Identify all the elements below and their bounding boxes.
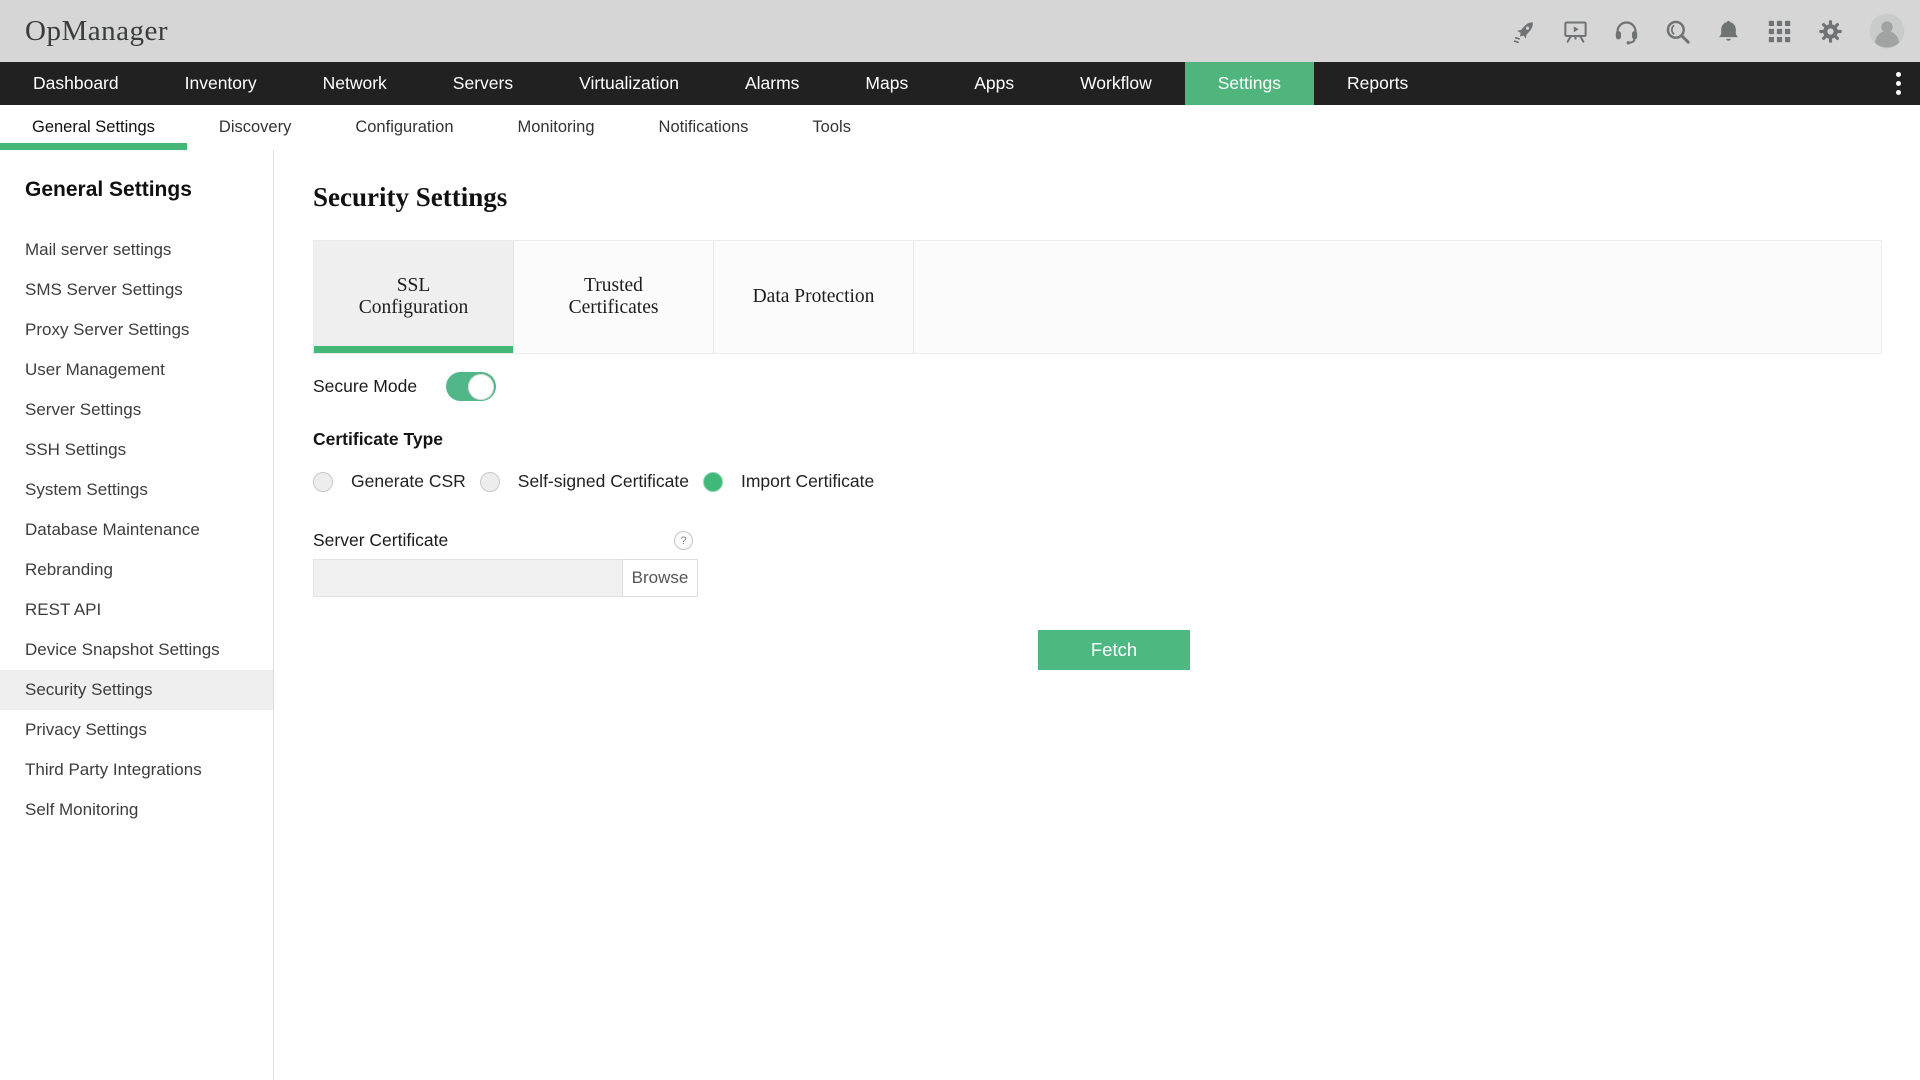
server-certificate-label: Server Certificate	[313, 530, 448, 551]
rocket-icon[interactable]	[1511, 18, 1538, 45]
tabstrip-filler	[914, 241, 1881, 353]
user-avatar-icon[interactable]	[1868, 12, 1906, 50]
sidebar-item-ssh-settings[interactable]: SSH Settings	[0, 430, 273, 470]
tab-trusted-certificates[interactable]: Trusted Certificates	[514, 241, 714, 353]
sidebar-item-device-snapshot-settings[interactable]: Device Snapshot Settings	[0, 630, 273, 670]
subnav-item-discovery[interactable]: Discovery	[187, 105, 323, 150]
nav-item-apps[interactable]: Apps	[941, 62, 1047, 105]
headset-icon[interactable]	[1613, 18, 1640, 45]
secure-mode-row: Secure Mode	[313, 372, 1882, 401]
browse-button[interactable]: Browse	[622, 559, 698, 597]
server-certificate-input[interactable]	[313, 559, 623, 597]
nav-item-network[interactable]: Network	[290, 62, 420, 105]
server-certificate-file-row: Browse	[313, 559, 1882, 597]
overflow-menu-icon[interactable]	[1876, 62, 1920, 105]
sidebar-item-system-settings[interactable]: System Settings	[0, 470, 273, 510]
radio-self-signed-certificate[interactable]: Self-signed Certificate	[480, 471, 689, 492]
header-icon-bar	[1511, 12, 1906, 50]
page-title: Security Settings	[313, 182, 1882, 213]
nav-item-alarms[interactable]: Alarms	[712, 62, 832, 105]
search-icon[interactable]	[1664, 18, 1691, 45]
sidebar-item-self-monitoring[interactable]: Self Monitoring	[0, 790, 273, 830]
bell-icon[interactable]	[1715, 18, 1742, 45]
nav-item-reports[interactable]: Reports	[1314, 62, 1441, 105]
fetch-row: Fetch	[313, 630, 1882, 670]
nav-item-inventory[interactable]: Inventory	[152, 62, 290, 105]
toggle-knob	[468, 374, 494, 400]
tab-data-protection[interactable]: Data Protection	[714, 241, 914, 353]
sidebar-item-mail-server-settings[interactable]: Mail server settings	[0, 230, 273, 270]
sidebar-item-user-management[interactable]: User Management	[0, 350, 273, 390]
nav-item-maps[interactable]: Maps	[832, 62, 941, 105]
secure-mode-label: Secure Mode	[313, 376, 417, 397]
fetch-button[interactable]: Fetch	[1038, 630, 1190, 670]
nav-item-workflow[interactable]: Workflow	[1047, 62, 1185, 105]
radio-circle-selected-icon	[703, 472, 723, 492]
subnav-item-configuration[interactable]: Configuration	[323, 105, 485, 150]
sidebar-item-rest-api[interactable]: REST API	[0, 590, 273, 630]
sidebar-item-rebranding[interactable]: Rebranding	[0, 550, 273, 590]
nav-item-virtualization[interactable]: Virtualization	[546, 62, 712, 105]
radio-import-certificate[interactable]: Import Certificate	[703, 471, 874, 492]
nav-item-servers[interactable]: Servers	[420, 62, 546, 105]
general-settings-sidebar: General Settings Mail server settings SM…	[0, 150, 274, 1080]
subnav-item-monitoring[interactable]: Monitoring	[486, 105, 627, 150]
help-icon[interactable]: ?	[674, 531, 693, 550]
apps-grid-icon[interactable]	[1766, 18, 1793, 45]
security-settings-panel: Security Settings SSL Configuration Trus…	[274, 150, 1920, 1080]
sidebar-item-server-settings[interactable]: Server Settings	[0, 390, 273, 430]
app-header: OpManager	[0, 0, 1920, 62]
sidebar-item-proxy-server-settings[interactable]: Proxy Server Settings	[0, 310, 273, 350]
settings-sub-nav: General Settings Discovery Configuration…	[0, 105, 1920, 150]
subnav-item-general-settings[interactable]: General Settings	[0, 105, 187, 150]
secure-mode-toggle[interactable]	[446, 372, 496, 401]
tab-ssl-configuration[interactable]: SSL Configuration	[314, 241, 514, 353]
gear-icon[interactable]	[1817, 18, 1844, 45]
radio-circle-icon	[480, 472, 500, 492]
subnav-item-notifications[interactable]: Notifications	[627, 105, 781, 150]
radio-circle-icon	[313, 472, 333, 492]
sidebar-item-third-party-integrations[interactable]: Third Party Integrations	[0, 750, 273, 790]
presentation-icon[interactable]	[1562, 18, 1589, 45]
radio-generate-csr[interactable]: Generate CSR	[313, 471, 466, 492]
certificate-type-label: Certificate Type	[313, 429, 1882, 450]
sidebar-heading: General Settings	[25, 178, 273, 202]
security-tabs: SSL Configuration Trusted Certificates D…	[313, 240, 1882, 354]
sidebar-item-sms-server-settings[interactable]: SMS Server Settings	[0, 270, 273, 310]
certificate-type-options: Generate CSR Self-signed Certificate Imp…	[313, 471, 1882, 492]
sidebar-item-database-maintenance[interactable]: Database Maintenance	[0, 510, 273, 550]
nav-item-settings[interactable]: Settings	[1185, 62, 1314, 105]
nav-item-dashboard[interactable]: Dashboard	[0, 62, 152, 105]
app-logo[interactable]: OpManager	[25, 15, 168, 48]
sidebar-item-security-settings[interactable]: Security Settings	[0, 670, 273, 710]
sidebar-item-privacy-settings[interactable]: Privacy Settings	[0, 710, 273, 750]
server-certificate-label-row: Server Certificate ?	[313, 530, 693, 551]
subnav-item-tools[interactable]: Tools	[780, 105, 883, 150]
main-nav: Dashboard Inventory Network Servers Virt…	[0, 62, 1920, 105]
